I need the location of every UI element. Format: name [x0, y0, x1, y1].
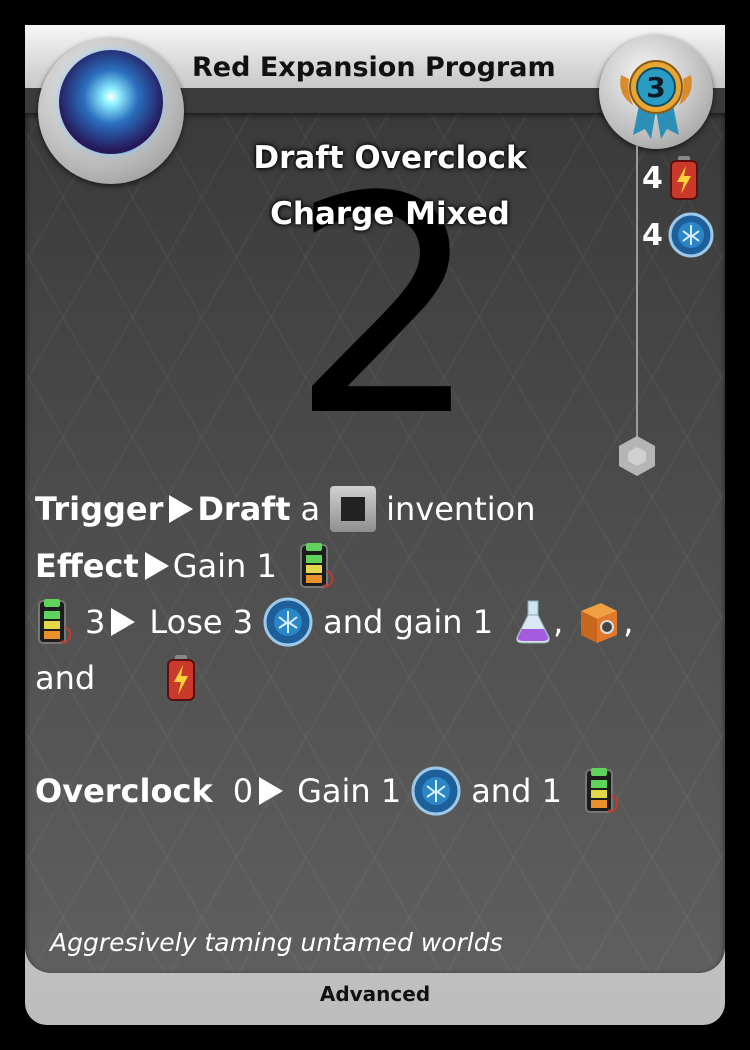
- cond-amount: 3: [85, 603, 106, 641]
- potion-flask-icon: [516, 600, 550, 644]
- blue-token-icon: [411, 766, 461, 816]
- tier-medal: 3: [599, 35, 713, 149]
- keyword-line-2: Charge Mixed: [270, 196, 510, 232]
- plasma-orb-icon: [59, 50, 163, 154]
- arrow-icon: [144, 552, 169, 580]
- comma-2: ,: [623, 603, 634, 641]
- arrow-icon: [259, 777, 284, 805]
- cond-and-gain: and gain 1: [323, 603, 494, 641]
- trigger-label: Trigger: [35, 490, 164, 528]
- overclock-amount: 0: [232, 772, 254, 810]
- cond-lose: Lose 3: [149, 603, 254, 641]
- overclock-gain: Gain 1: [297, 772, 402, 810]
- effect-label: Effect: [35, 547, 139, 585]
- overclock-and: and 1: [471, 772, 562, 810]
- conditional-line: 3 Lose 3 and gain 1 , ,: [35, 597, 633, 647]
- invention-square-icon: [330, 486, 377, 532]
- and-line: and: [35, 653, 197, 703]
- green-battery-icon: [584, 768, 619, 813]
- effect-line: Effect Gain 1: [35, 541, 337, 591]
- trigger-keyword: Draft: [197, 490, 291, 528]
- trigger-object: invention: [386, 490, 536, 528]
- effect-text: Gain 1: [172, 547, 277, 585]
- hexagon-icon: [619, 436, 655, 476]
- arrow-icon: [169, 495, 194, 523]
- orange-machine-icon: [581, 603, 618, 643]
- orb-emblem: [38, 38, 184, 184]
- card-title: Red Expansion Program: [192, 52, 556, 83]
- flavor-text: Aggresively taming untamed worlds: [50, 928, 503, 957]
- difficulty-label: Advanced: [319, 982, 431, 1006]
- medal-icon: 3: [620, 60, 692, 139]
- trigger-a: a: [300, 490, 321, 528]
- arrow-icon: [111, 608, 136, 636]
- blue-token-icon: [263, 597, 313, 647]
- cost-blue-token: 4: [642, 212, 714, 258]
- green-battery-icon: [299, 543, 334, 588]
- cost-battery: 4: [642, 156, 700, 200]
- divider-line: [636, 145, 638, 445]
- trigger-line: Trigger Draft a invention: [35, 484, 536, 534]
- overclock-line: Overclock 0 Gain 1 and 1: [35, 766, 622, 816]
- and-word: and: [35, 659, 96, 697]
- cost-amount: 4: [642, 217, 663, 253]
- overclock-label: Overclock: [35, 772, 213, 810]
- green-battery-icon: [38, 599, 72, 644]
- battery-icon: [167, 655, 196, 701]
- blue-token-icon: [668, 212, 714, 258]
- keyword-line-1: Draft Overclock: [253, 140, 527, 176]
- cost-amount: 4: [642, 160, 663, 196]
- battery-icon: [670, 156, 698, 200]
- comma-1: ,: [553, 603, 564, 641]
- svg-text:3: 3: [646, 71, 665, 104]
